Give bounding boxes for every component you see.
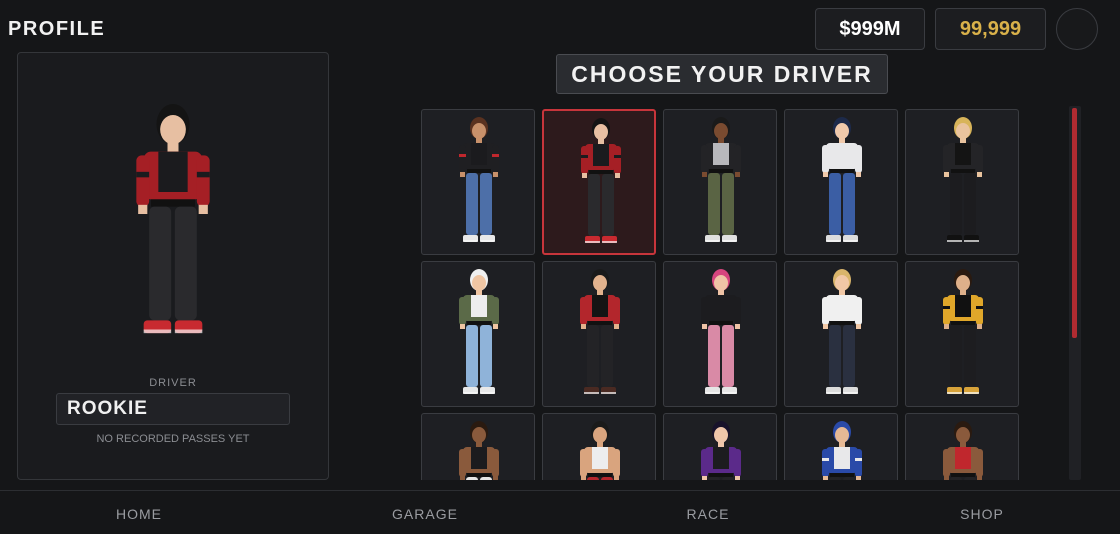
- driver-card[interactable]: [663, 261, 777, 407]
- driver-card[interactable]: [542, 413, 656, 480]
- driver-figure: [943, 269, 983, 394]
- driver-card[interactable]: [784, 261, 898, 407]
- selected-driver-portrait: [136, 104, 210, 334]
- scrollbar-thumb[interactable]: [1072, 108, 1077, 338]
- bottom-nav: HOME GARAGE RACE SHOP: [0, 490, 1120, 534]
- driver-figure: [580, 269, 620, 394]
- driver-grid-scrollbar[interactable]: [1069, 106, 1081, 480]
- choose-driver-title: CHOOSE YOUR DRIVER: [556, 54, 888, 94]
- passes-status-text: NO RECORDED PASSES YET: [96, 433, 250, 445]
- driver-grid-viewport: [421, 109, 1021, 480]
- driver-card[interactable]: [784, 109, 898, 255]
- nav-race[interactable]: RACE: [687, 506, 730, 522]
- nav-garage[interactable]: GARAGE: [392, 506, 458, 522]
- driver-card[interactable]: [905, 413, 1019, 480]
- driver-figure: [459, 421, 499, 480]
- driver-card[interactable]: [905, 109, 1019, 255]
- driver-label: DRIVER: [149, 377, 197, 389]
- driver-figure: [822, 421, 862, 480]
- driver-figure: [943, 117, 983, 242]
- driver-figure: [943, 421, 983, 480]
- driver-card[interactable]: [784, 413, 898, 480]
- profile-panel: DRIVER ROOKIE NO RECORDED PASSES YET: [17, 52, 329, 480]
- driver-card[interactable]: [663, 413, 777, 480]
- driver-figure: [459, 269, 499, 394]
- driver-figure: [822, 269, 862, 394]
- page-title: PROFILE: [8, 18, 106, 40]
- driver-card[interactable]: [905, 261, 1019, 407]
- driver-figure: [459, 117, 499, 242]
- driver-figure: [701, 421, 741, 480]
- cash-balance[interactable]: $999M: [815, 8, 925, 50]
- driver-card-selected[interactable]: [542, 109, 656, 255]
- driver-card[interactable]: [663, 109, 777, 255]
- avatar-button[interactable]: [1056, 8, 1098, 50]
- driver-figure: [701, 117, 741, 242]
- driver-figure: [580, 421, 620, 480]
- driver-figure: [581, 118, 621, 243]
- driver-name-field[interactable]: ROOKIE: [56, 393, 290, 425]
- driver-grid: [421, 109, 1021, 480]
- driver-card[interactable]: [421, 261, 535, 407]
- coin-balance[interactable]: 99,999: [935, 8, 1046, 50]
- driver-card[interactable]: [421, 109, 535, 255]
- driver-figure: [822, 117, 862, 242]
- driver-figure: [701, 269, 741, 394]
- app-root: PROFILE $999M 99,999 DRIVER ROOKIE NO RE…: [0, 0, 1120, 534]
- driver-card[interactable]: [542, 261, 656, 407]
- nav-home[interactable]: HOME: [116, 506, 162, 522]
- nav-shop[interactable]: SHOP: [960, 506, 1004, 522]
- driver-card[interactable]: [421, 413, 535, 480]
